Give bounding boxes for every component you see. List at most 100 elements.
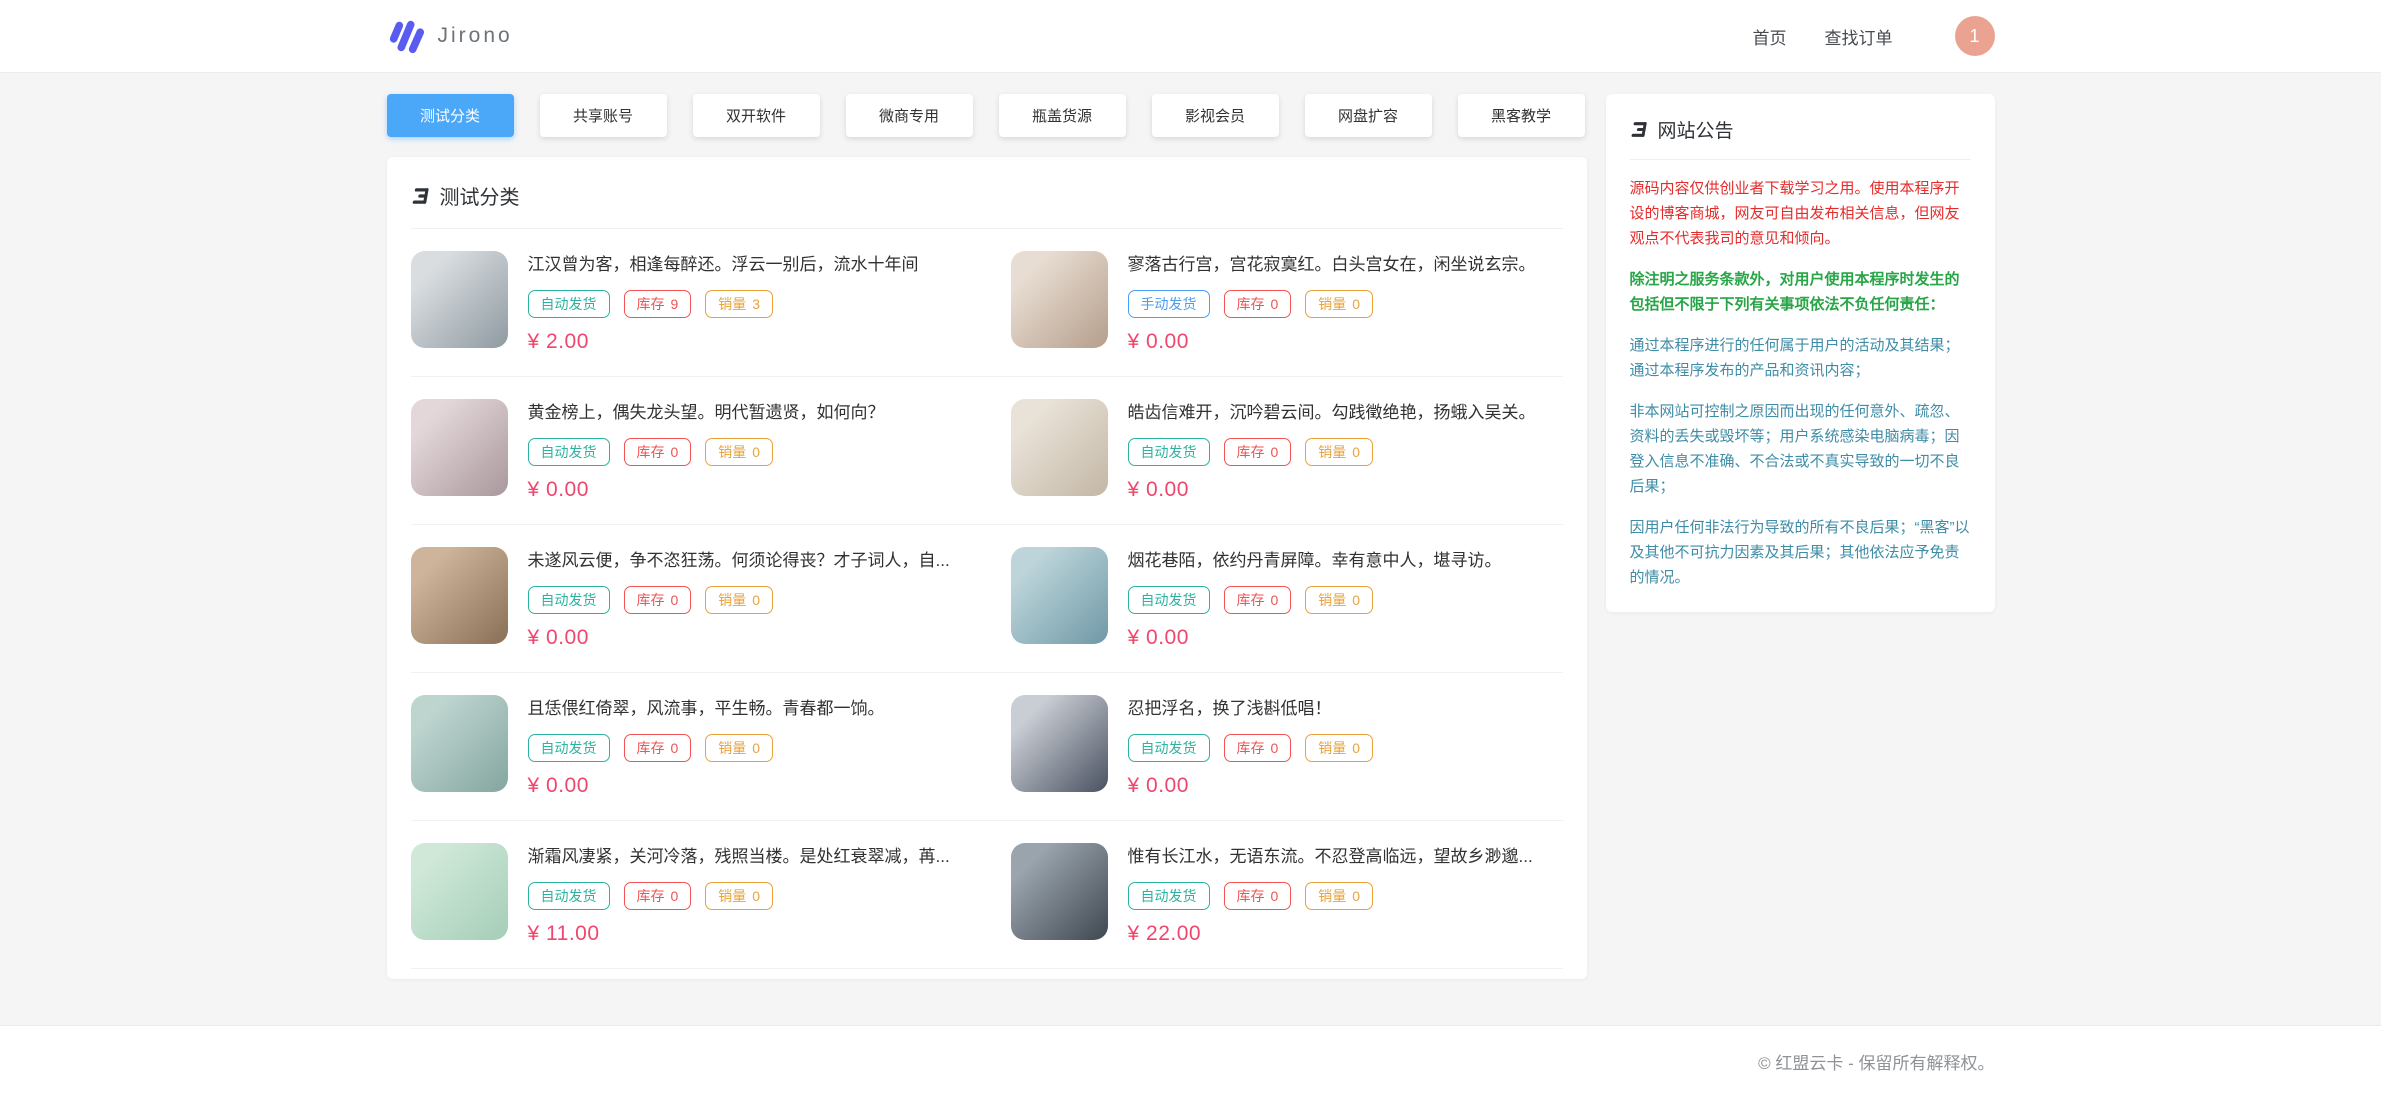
product-list-card: 测试分类 江汉曾为客，相逢每醉还。浮云一别后，流水十年间 自动发货 库存9 销量…: [387, 157, 1587, 979]
product-image[interactable]: [1011, 547, 1108, 644]
product-badges: 自动发货 库存0 销量0: [528, 734, 885, 762]
delivery-badge: 自动发货: [528, 882, 610, 910]
delivery-badge: 自动发货: [1128, 882, 1210, 910]
product-image[interactable]: [1011, 843, 1108, 940]
announcement-card: 网站公告 源码内容仅供创业者下载学习之用。使用本程序开设的博客商城，网友可自由发…: [1606, 94, 1995, 612]
sales-badge: 销量 0: [705, 734, 773, 762]
stock-value: 0: [1271, 739, 1279, 757]
category-tab-1[interactable]: 共享账号: [540, 94, 667, 137]
product-item[interactable]: 皓齿信难开，沉吟碧云间。勾践徵绝艳，扬蛾入吴关。 自动发货 库存0 销量0 ¥ …: [1011, 377, 1563, 524]
sales-label: 销量: [1318, 739, 1346, 757]
category-tab-0[interactable]: 测试分类: [387, 94, 514, 137]
sales-value: 0: [752, 443, 760, 461]
product-image[interactable]: [1011, 695, 1108, 792]
announcement-paragraph: 源码内容仅供创业者下载学习之用。使用本程序开设的博客商城，网友可自由发布相关信息…: [1630, 176, 1971, 251]
stock-badge: 库存 0: [624, 586, 692, 614]
sales-value: 0: [1352, 443, 1360, 461]
stock-value: 0: [671, 591, 679, 609]
product-badges: 自动发货 库存0 销量0: [528, 586, 950, 614]
product-image[interactable]: [411, 695, 508, 792]
product-item[interactable]: 未遂风云便，争不恣狂荡。何须论得丧？才子词人，自... 自动发货 库存0 销量0…: [411, 525, 963, 672]
product-title: 黄金榜上，偶失龙头望。明代暂遗贤，如何向？: [528, 401, 885, 425]
sales-label: 销量: [1318, 591, 1346, 609]
product-image[interactable]: [1011, 251, 1108, 348]
category-icon: [411, 186, 431, 206]
product-title: 皓齿信难开，沉吟碧云间。勾践徵绝艳，扬蛾入吴关。: [1128, 401, 1536, 425]
product-image[interactable]: [411, 843, 508, 940]
announcement-paragraph: 因用户任何非法行为导致的所有不良后果；“黑客”以及其他不可抗力因素及其后果；其他…: [1630, 515, 1971, 590]
sales-value: 0: [1352, 591, 1360, 609]
product-info: 江汉曾为客，相逢每醉还。浮云一别后，流水十年间 自动发货 库存9 销量3 ¥ 2…: [528, 251, 919, 354]
product-info: 且恁偎红倚翠，风流事，平生畅。青春都一饷。 自动发货 库存0 销量0 ¥ 0.0…: [528, 695, 885, 798]
sales-label: 销量: [718, 295, 746, 313]
stock-badge: 库存0: [624, 438, 692, 466]
copyright-text: © 红盟云卡 - 保留所有解释权。: [1758, 1054, 1994, 1073]
header: Jirono 首页 查找订单 1: [0, 0, 2381, 73]
stock-value: 0: [671, 887, 679, 905]
stock-value: 0: [1271, 443, 1279, 461]
stock-label: 库存: [637, 443, 665, 461]
sales-badge: 销量0: [705, 438, 773, 466]
nav-find-order[interactable]: 查找订单: [1825, 24, 1893, 49]
sales-value: 0: [752, 739, 760, 757]
sales-label: 销量: [718, 591, 746, 609]
product-title: 且恁偎红倚翠，风流事，平生畅。青春都一饷。: [528, 697, 885, 721]
product-title: 烟花巷陌，依约丹青屏障。幸有意中人，堪寻访。: [1128, 549, 1502, 573]
stock-value: 0: [1271, 295, 1279, 313]
sales-badge: 销量0: [1305, 290, 1373, 318]
product-badges: 手动发货 库存0 销量0: [1128, 290, 1536, 318]
sales-badge: 销量0: [705, 882, 773, 910]
product-item[interactable]: 渐霜风凄紧，关河冷落，残照当楼。是处红衰翠减，苒... 自动发货 库存 0 销量0…: [411, 821, 963, 968]
brand-logo[interactable]: Jirono: [387, 18, 513, 54]
product-badges: 自动发货 库存0 销量0: [528, 438, 885, 466]
header-nav: 首页 查找订单 1: [1753, 16, 1995, 56]
product-price: ¥ 0.00: [1128, 478, 1536, 502]
product-badges: 自动发货 库存0 销量0: [1128, 734, 1374, 762]
sales-label: 销量: [1318, 443, 1346, 461]
sales-badge: 销量0: [1305, 734, 1373, 762]
category-tab-7[interactable]: 黑客教学: [1458, 94, 1585, 137]
product-info: 忍把浮名，换了浅斟低唱！ 自动发货 库存0 销量0 ¥ 0.00: [1128, 695, 1374, 798]
product-image[interactable]: [411, 251, 508, 348]
product-price: ¥ 0.00: [1128, 626, 1502, 650]
category-tab-6[interactable]: 网盘扩容: [1305, 94, 1432, 137]
product-image[interactable]: [1011, 399, 1108, 496]
product-item[interactable]: 且恁偎红倚翠，风流事，平生畅。青春都一饷。 自动发货 库存0 销量0 ¥ 0.0…: [411, 673, 963, 820]
stock-label: 库存: [1237, 591, 1265, 609]
category-tab-4[interactable]: 瓶盖货源: [999, 94, 1126, 137]
sales-label: 销量: [1318, 295, 1346, 313]
sales-label: 销量: [718, 739, 746, 757]
stock-badge: 库存 0: [1224, 586, 1292, 614]
category-tab-3[interactable]: 微商专用: [846, 94, 973, 137]
product-item[interactable]: 烟花巷陌，依约丹青屏障。幸有意中人，堪寻访。 自动发货 库存 0 销量 0 ¥ 0.…: [1011, 525, 1563, 672]
stock-value: 0: [1271, 591, 1279, 609]
product-item[interactable]: 寥落古行宫，宫花寂寞红。白头宫女在，闲坐说玄宗。 手动发货 库存0 销量0 ¥ …: [1011, 229, 1563, 376]
sales-value: 0: [752, 591, 760, 609]
category-tab-5[interactable]: 影视会员: [1152, 94, 1279, 137]
stock-label: 库存: [637, 591, 665, 609]
product-title: 渐霜风凄紧，关河冷落，残照当楼。是处红衰翠减，苒...: [528, 845, 950, 869]
product-info: 惟有长江水，无语东流。不忍登高临远，望故乡渺邈... 自动发货 库存0 销量0 …: [1128, 843, 1533, 946]
announcement-paragraph: 通过本程序进行的任何属于用户的活动及其结果；通过本程序发布的产品和资讯内容；: [1630, 333, 1971, 383]
product-item[interactable]: 黄金榜上，偶失龙头望。明代暂遗贤，如何向？ 自动发货 库存0 销量0 ¥ 0.0…: [411, 377, 963, 524]
delivery-badge: 自动发货: [1128, 586, 1210, 614]
announcement-paragraph: 非本网站可控制之原因而出现的任何意外、疏忽、资料的丢失或毁坏等；用户系统感染电脑…: [1630, 399, 1971, 499]
product-price: ¥ 11.00: [528, 922, 950, 946]
product-badges: 自动发货 库存0 销量0: [1128, 882, 1533, 910]
stock-value: 0: [671, 739, 679, 757]
product-price: ¥ 0.00: [1128, 774, 1374, 798]
product-title: 忍把浮名，换了浅斟低唱！: [1128, 697, 1374, 721]
user-avatar[interactable]: 1: [1955, 16, 1995, 56]
category-tab-2[interactable]: 双开软件: [693, 94, 820, 137]
product-item[interactable]: 惟有长江水，无语东流。不忍登高临远，望故乡渺邈... 自动发货 库存0 销量0 …: [1011, 821, 1563, 968]
product-price: ¥ 0.00: [528, 626, 950, 650]
nav-home[interactable]: 首页: [1753, 24, 1787, 49]
product-badges: 自动发货 库存 0 销量 0: [1128, 586, 1502, 614]
product-item[interactable]: 忍把浮名，换了浅斟低唱！ 自动发货 库存0 销量0 ¥ 0.00: [1011, 673, 1563, 820]
product-image[interactable]: [411, 547, 508, 644]
product-image[interactable]: [411, 399, 508, 496]
sales-badge: 销量 0: [705, 586, 773, 614]
product-item[interactable]: 江汉曾为客，相逢每醉还。浮云一别后，流水十年间 自动发货 库存9 销量3 ¥ 2…: [411, 229, 963, 376]
product-info: 未遂风云便，争不恣狂荡。何须论得丧？才子词人，自... 自动发货 库存0 销量0…: [528, 547, 950, 650]
stock-label: 库存: [637, 887, 665, 905]
